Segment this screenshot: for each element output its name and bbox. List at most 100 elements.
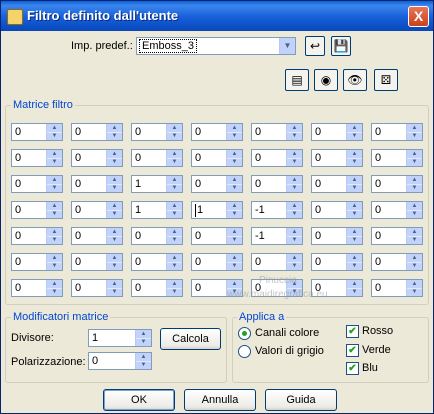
matrix-cell[interactable]: 0 ▲ ▼ [251, 123, 303, 141]
matrix-cell[interactable]: 0 ▲ ▼ [191, 123, 243, 141]
matrix-cell[interactable]: 0 ▲ ▼ [71, 279, 123, 297]
matrix-cell-spinner[interactable]: ▲ ▼ [46, 124, 62, 140]
preset-combo[interactable]: Emboss_3 ▼ [136, 37, 296, 55]
spin-down-icon[interactable]: ▼ [347, 132, 362, 140]
green-checkbox[interactable]: ✔ [346, 344, 359, 357]
spin-down-icon[interactable]: ▼ [287, 210, 302, 218]
matrix-cell-spinner[interactable]: ▲ ▼ [46, 202, 62, 218]
matrix-cell[interactable]: 0 ▲ ▼ [11, 201, 63, 219]
matrix-cell[interactable]: 0 ▲ ▼ [371, 175, 423, 193]
matrix-cell[interactable]: -1 ▲ ▼ [251, 227, 303, 245]
matrix-cell[interactable]: 0 ▲ ▼ [11, 279, 63, 297]
matrix-cell-spinner[interactable]: ▲ ▼ [346, 202, 362, 218]
matrix-cell-spinner[interactable]: ▲ ▼ [346, 254, 362, 270]
matrix-cell[interactable]: 0 ▲ ▼ [71, 175, 123, 193]
spin-down-icon[interactable]: ▼ [107, 210, 122, 218]
matrix-cell-spinner[interactable]: ▲ ▼ [406, 124, 422, 140]
matrix-cell[interactable]: 0 ▲ ▼ [11, 149, 63, 167]
proof-button[interactable]: ◉ [314, 69, 338, 91]
spin-down-icon[interactable]: ▼ [407, 132, 422, 140]
matrix-cell[interactable]: 0 ▲ ▼ [311, 123, 363, 141]
spin-down-icon[interactable]: ▼ [407, 236, 422, 244]
matrix-cell[interactable]: 0 ▲ ▼ [11, 253, 63, 271]
matrix-cell[interactable]: 1 ▲ ▼ [191, 201, 243, 219]
matrix-cell[interactable]: 0 ▲ ▼ [371, 279, 423, 297]
spin-down-icon[interactable]: ▼ [287, 236, 302, 244]
matrix-cell-spinner[interactable]: ▲ ▼ [406, 254, 422, 270]
spin-down-icon[interactable]: ▼ [167, 262, 182, 270]
matrix-cell[interactable]: 0 ▲ ▼ [371, 149, 423, 167]
matrix-cell-spinner[interactable]: ▲ ▼ [226, 228, 242, 244]
spin-down-icon[interactable]: ▼ [167, 158, 182, 166]
matrix-cell-spinner[interactable]: ▲ ▼ [346, 228, 362, 244]
spin-down-icon[interactable]: ▼ [347, 210, 362, 218]
matrix-cell[interactable]: 0 ▲ ▼ [131, 149, 183, 167]
matrix-cell-spinner[interactable]: ▲ ▼ [286, 150, 302, 166]
matrix-cell-spinner[interactable]: ▲ ▼ [46, 280, 62, 296]
color-channels-label[interactable]: Canali colore [255, 327, 319, 339]
matrix-cell[interactable]: 0 ▲ ▼ [71, 201, 123, 219]
matrix-cell[interactable]: 0 ▲ ▼ [311, 227, 363, 245]
spin-down-icon[interactable]: ▼ [227, 184, 242, 192]
red-checkbox[interactable]: ✔ [346, 325, 359, 338]
matrix-cell[interactable]: 0 ▲ ▼ [191, 175, 243, 193]
spin-down-icon[interactable]: ▼ [407, 288, 422, 296]
reset-preset-button[interactable]: ↩ [305, 36, 325, 56]
spin-down-icon[interactable]: ▼ [347, 288, 362, 296]
spin-down-icon[interactable]: ▼ [287, 184, 302, 192]
grey-values-label[interactable]: Valori di grigio [255, 345, 324, 357]
help-button[interactable]: Guida [265, 389, 337, 411]
grey-values-radio[interactable] [238, 345, 251, 358]
matrix-cell[interactable]: 0 ▲ ▼ [11, 123, 63, 141]
bias-spinner[interactable]: ▲ ▼ [135, 353, 151, 369]
matrix-cell-spinner[interactable]: ▲ ▼ [226, 176, 242, 192]
color-channels-radio[interactable] [238, 327, 251, 340]
spin-down-icon[interactable]: ▼ [167, 288, 182, 296]
matrix-cell-spinner[interactable]: ▲ ▼ [286, 228, 302, 244]
spin-down-icon[interactable]: ▼ [347, 158, 362, 166]
matrix-cell-spinner[interactable]: ▲ ▼ [46, 176, 62, 192]
matrix-cell-spinner[interactable]: ▲ ▼ [106, 124, 122, 140]
matrix-cell[interactable]: 0 ▲ ▼ [71, 227, 123, 245]
matrix-cell[interactable]: 0 ▲ ▼ [251, 253, 303, 271]
matrix-cell-spinner[interactable]: ▲ ▼ [46, 228, 62, 244]
matrix-cell-spinner[interactable]: ▲ ▼ [46, 150, 62, 166]
spin-down-icon[interactable]: ▼ [287, 132, 302, 140]
spin-down-icon[interactable]: ▼ [227, 236, 242, 244]
divisor-spinner[interactable]: ▲ ▼ [135, 330, 151, 346]
matrix-cell[interactable]: 0 ▲ ▼ [131, 253, 183, 271]
matrix-cell-spinner[interactable]: ▲ ▼ [346, 150, 362, 166]
matrix-cell-spinner[interactable]: ▲ ▼ [166, 150, 182, 166]
matrix-cell[interactable]: 0 ▲ ▼ [131, 123, 183, 141]
spin-down-icon[interactable]: ▼ [107, 184, 122, 192]
spin-down-icon[interactable]: ▼ [167, 236, 182, 244]
matrix-cell-spinner[interactable]: ▲ ▼ [346, 280, 362, 296]
matrix-cell-spinner[interactable]: ▲ ▼ [166, 228, 182, 244]
title-bar[interactable]: Filtro definito dall'utente X [1, 1, 433, 31]
spin-down-icon[interactable]: ▼ [347, 184, 362, 192]
spin-down-icon[interactable]: ▼ [107, 262, 122, 270]
matrix-cell[interactable]: 1 ▲ ▼ [131, 201, 183, 219]
auto-proof-button[interactable]: 👁 [343, 69, 367, 91]
matrix-cell-spinner[interactable]: ▲ ▼ [346, 124, 362, 140]
spin-down-icon[interactable]: ▼ [407, 184, 422, 192]
spin-down-icon[interactable]: ▼ [347, 236, 362, 244]
matrix-cell[interactable]: 0 ▲ ▼ [311, 253, 363, 271]
spin-down-icon[interactable]: ▼ [47, 262, 62, 270]
matrix-cell[interactable]: 0 ▲ ▼ [251, 149, 303, 167]
matrix-cell-spinner[interactable]: ▲ ▼ [106, 176, 122, 192]
matrix-cell-spinner[interactable]: ▲ ▼ [406, 228, 422, 244]
spin-down-icon[interactable]: ▼ [227, 132, 242, 140]
spin-down-icon[interactable]: ▼ [136, 338, 151, 346]
matrix-cell[interactable]: 0 ▲ ▼ [191, 149, 243, 167]
matrix-cell[interactable]: 1 ▲ ▼ [131, 175, 183, 193]
spin-down-icon[interactable]: ▼ [407, 262, 422, 270]
bias-spin-field[interactable]: 0 ▲ ▼ [88, 352, 152, 370]
matrix-cell-spinner[interactable]: ▲ ▼ [406, 150, 422, 166]
matrix-cell-spinner[interactable]: ▲ ▼ [346, 176, 362, 192]
spin-down-icon[interactable]: ▼ [167, 132, 182, 140]
calculate-button[interactable]: Calcola [160, 328, 221, 350]
spin-down-icon[interactable]: ▼ [47, 158, 62, 166]
red-label[interactable]: Rosso [362, 325, 393, 337]
spin-down-icon[interactable]: ▼ [47, 236, 62, 244]
